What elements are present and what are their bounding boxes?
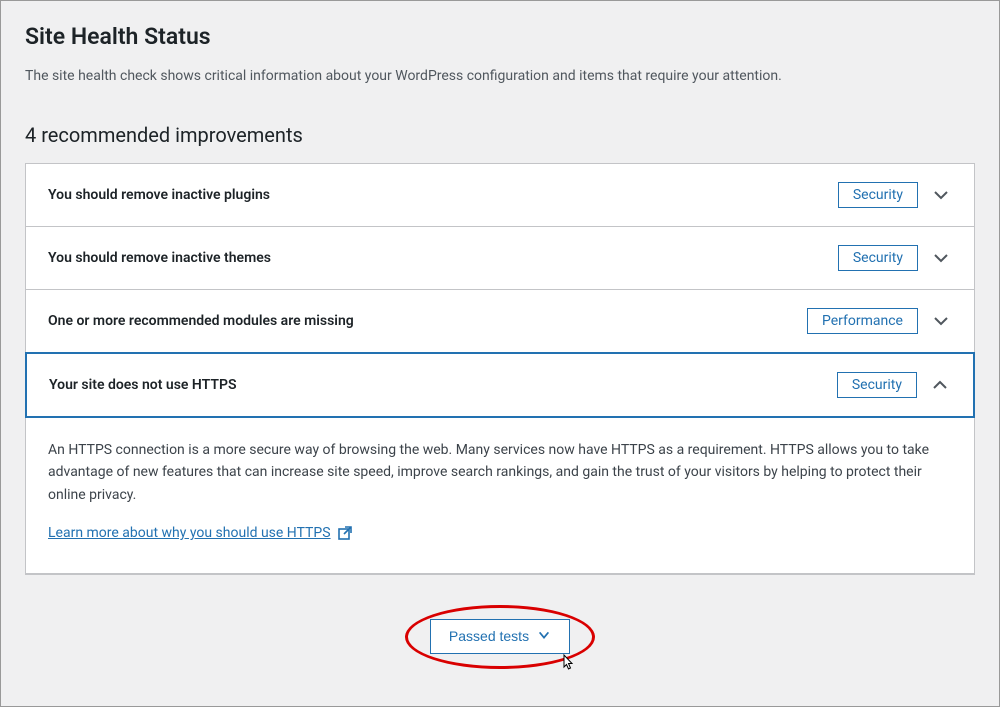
passed-tests-section: Passed tests xyxy=(25,619,975,654)
page-title: Site Health Status xyxy=(25,23,975,50)
category-badge: Security xyxy=(837,372,917,398)
category-badge: Performance xyxy=(807,308,918,334)
accordion-item: You should remove inactive plugins Secur… xyxy=(26,164,974,227)
improvements-heading: 4 recommended improvements xyxy=(25,123,975,147)
improvements-accordion: You should remove inactive plugins Secur… xyxy=(25,163,975,575)
category-badge: Security xyxy=(838,182,918,208)
issue-title: Your site does not use HTTPS xyxy=(49,377,825,393)
accordion-item: One or more recommended modules are miss… xyxy=(26,290,974,353)
accordion-item: Your site does not use HTTPS Security An… xyxy=(26,352,974,574)
accordion-header-missing-modules[interactable]: One or more recommended modules are miss… xyxy=(26,290,974,352)
site-health-page: Site Health Status The site health check… xyxy=(1,1,999,676)
cursor-pointer-icon xyxy=(558,653,576,673)
page-description: The site health check shows critical inf… xyxy=(25,66,975,87)
learn-more-link[interactable]: Learn more about why you should use HTTP… xyxy=(48,522,353,544)
category-badge: Security xyxy=(838,245,918,271)
chevron-down-icon xyxy=(930,184,952,206)
issue-title: One or more recommended modules are miss… xyxy=(48,313,795,329)
accordion-body-no-https: An HTTPS connection is a more secure way… xyxy=(26,417,974,574)
issue-title: You should remove inactive plugins xyxy=(48,187,826,203)
accordion-header-no-https[interactable]: Your site does not use HTTPS Security xyxy=(25,352,975,418)
chevron-down-icon xyxy=(537,628,551,645)
passed-tests-label: Passed tests xyxy=(449,628,529,644)
issue-description: An HTTPS connection is a more secure way… xyxy=(48,439,952,506)
accordion-header-inactive-themes[interactable]: You should remove inactive themes Securi… xyxy=(26,227,974,289)
chevron-up-icon xyxy=(929,374,951,396)
passed-tests-button[interactable]: Passed tests xyxy=(430,619,570,654)
learn-more-text: Learn more about why you should use HTTP… xyxy=(48,522,331,544)
accordion-item: You should remove inactive themes Securi… xyxy=(26,227,974,290)
accordion-header-inactive-plugins[interactable]: You should remove inactive plugins Secur… xyxy=(26,164,974,226)
issue-title: You should remove inactive themes xyxy=(48,250,826,266)
chevron-down-icon xyxy=(930,247,952,269)
chevron-down-icon xyxy=(930,310,952,332)
external-link-icon xyxy=(337,525,353,541)
